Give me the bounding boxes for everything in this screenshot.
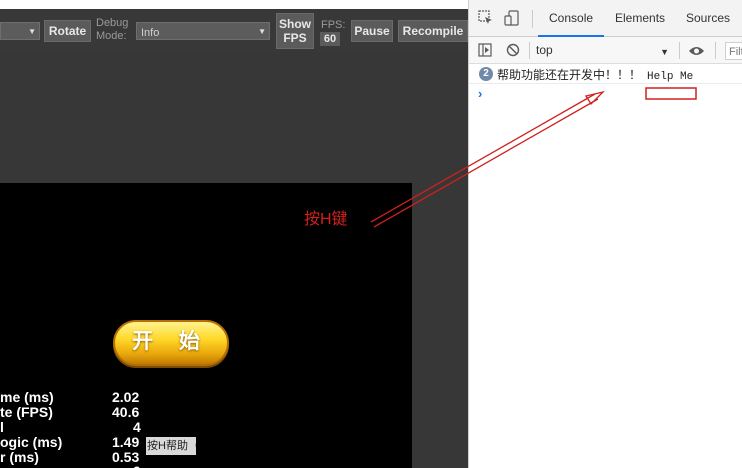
debug-mode-label-line1: Debug [96,17,129,29]
help-hint-label: 按H帮助（H [146,437,196,455]
device-toolbar-icon[interactable] [504,10,519,29]
toolbar-divider [679,42,680,59]
show-fps-label-line2: FPS [283,31,307,45]
filter-input[interactable]: Filt [725,42,742,60]
stat-label-frame-rate: te (FPS) [0,404,53,420]
console-message-extra: Help Me [647,71,694,83]
console-log: 2 帮助功能还在开发中！！！ Help Me › [469,64,742,101]
rotate-button[interactable]: Rotate [44,20,91,42]
context-value: top [536,43,553,57]
simulator-toolbar: ▼ Rotate Debug Mode: Info ▼ Show FPS FPS… [0,9,468,52]
toolbar-divider [715,42,716,59]
tab-elements[interactable]: Elements [615,0,665,37]
clear-console-icon[interactable] [506,43,520,62]
chevron-down-icon: ▼ [258,27,266,36]
stat-value-draw-call: 4 [133,419,141,435]
console-message-row[interactable]: 2 帮助功能还在开发中！！！ Help Me [469,64,742,84]
devtools-tab-bar: Console Elements Sources [469,0,742,37]
stat-value-frame-rate: 40.6 [112,404,140,420]
show-fps-button[interactable]: Show FPS [276,13,314,49]
debug-mode-value: Info [141,27,160,39]
sidebar-toggle-icon[interactable] [478,43,492,62]
fps-value-box: 60 [320,32,340,46]
pause-button[interactable]: Pause [351,20,393,42]
stat-label-draw-call: l [0,419,4,435]
console-message-text: 帮助功能还在开发中！！！ [497,68,642,82]
stat-label-renderer: r (ms) [0,449,39,465]
tab-console[interactable]: Console [538,0,605,37]
stat-value-frame-time: 2.02 [112,389,140,405]
debug-mode-label: Debug Mode: [96,17,128,43]
console-prompt-icon[interactable]: › [478,86,482,101]
simulator-pane: ▼ Rotate Debug Mode: Info ▼ Show FPS FPS… [0,0,468,468]
chevron-down-icon: ▼ [28,27,36,36]
tab-sources[interactable]: Sources [686,0,730,37]
stat-value-extra: 0 [133,464,141,468]
console-message: 帮助功能还在开发中！！！ Help Me [497,66,693,83]
orientation-select[interactable]: ▼ [0,22,40,40]
eye-icon[interactable] [688,44,705,62]
chevron-down-icon: ▼ [660,47,669,57]
debug-mode-select[interactable]: Info ▼ [136,22,270,40]
top-strip [0,0,468,9]
repeat-count-badge: 2 [479,67,493,81]
toolbar-divider [529,42,530,59]
screen: ▼ Rotate Debug Mode: Info ▼ Show FPS FPS… [0,0,742,468]
inspect-element-icon[interactable] [478,10,493,28]
game-canvas[interactable]: 开 始 me (ms) 2.02 te (FPS) 40.6 l 4 ogic … [0,183,412,468]
devtools-pane: Console Elements Sources top ▼ Filt [468,0,742,468]
stat-label-frame-time: me (ms) [0,389,54,405]
annotation-text: 按H键 [304,211,348,228]
start-button[interactable]: 开 始 [113,320,229,366]
show-fps-label-line1: Show [279,17,311,31]
fps-label: FPS: [321,19,346,31]
tab-divider [532,10,533,28]
context-select[interactable]: top ▼ [536,43,669,59]
console-filter-bar: top ▼ Filt [469,37,742,64]
recompile-button[interactable]: Recompile [398,20,468,42]
stat-value-game-logic: 1.49 [112,434,140,450]
debug-mode-label-line2: Mode: [96,30,127,42]
stat-label-game-logic: ogic (ms) [0,434,63,450]
